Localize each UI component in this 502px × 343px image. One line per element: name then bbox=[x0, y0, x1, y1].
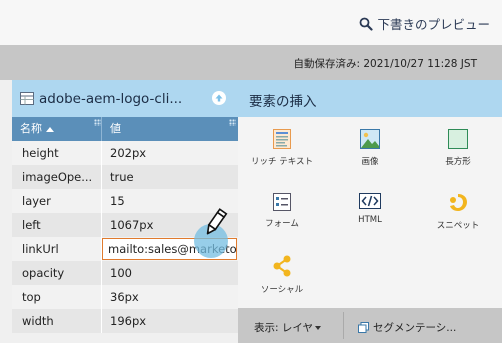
edit-pencil-cursor-icon bbox=[194, 206, 238, 258]
insert-social[interactable]: ソーシャル bbox=[238, 255, 326, 295]
bottom-toolbar: 表示: レイヤ セグメンテーシ... bbox=[238, 308, 502, 343]
selected-element-name: adobe-aem-logo-cli... bbox=[39, 90, 183, 107]
insert-rich-text-label: リッチ テキスト bbox=[251, 157, 313, 167]
table-row[interactable]: height 202px bbox=[12, 141, 238, 165]
insert-snippet-label: スニペット bbox=[436, 221, 480, 231]
column-header-name[interactable]: 名称 bbox=[12, 117, 102, 141]
property-name: width bbox=[12, 309, 102, 333]
insert-html[interactable]: HTML bbox=[326, 193, 414, 225]
image-icon bbox=[360, 129, 380, 149]
toolbar-divider bbox=[343, 312, 344, 339]
segmentation-label: セグメンテーシ... bbox=[373, 322, 457, 334]
view-layer-dropdown[interactable]: 表示: レイヤ bbox=[254, 320, 322, 335]
property-value[interactable]: 100 bbox=[102, 261, 238, 285]
segmentation-icon bbox=[358, 322, 369, 333]
property-value[interactable]: 36px bbox=[102, 285, 238, 309]
preview-draft-button[interactable]: 下書きのプレビュー bbox=[359, 14, 490, 33]
insert-rectangle[interactable]: 長方形 bbox=[414, 129, 502, 167]
property-name: imageOpe... bbox=[12, 165, 102, 189]
chevron-down-icon bbox=[315, 326, 322, 330]
property-name: left bbox=[12, 213, 102, 237]
top-toolbar: 下書きのプレビュー bbox=[0, 0, 502, 45]
table-header: 名称 値 bbox=[12, 117, 238, 141]
insert-html-label: HTML bbox=[358, 215, 382, 225]
insert-form[interactable]: フォーム bbox=[238, 193, 326, 229]
property-name: height bbox=[12, 141, 102, 165]
preview-draft-label: 下書きのプレビュー bbox=[377, 17, 490, 32]
property-value[interactable]: 202px bbox=[102, 141, 238, 165]
insert-rectangle-label: 長方形 bbox=[445, 157, 471, 167]
autosave-status: 自動保存済み: 2021/10/27 11:28 JST bbox=[293, 58, 477, 70]
element-grid-icon bbox=[20, 92, 34, 105]
insert-image[interactable]: 画像 bbox=[326, 129, 414, 167]
segmentation-button[interactable]: セグメンテーシ... bbox=[358, 320, 456, 335]
insert-rich-text[interactable]: リッチ テキスト bbox=[238, 129, 326, 167]
property-name: layer bbox=[12, 189, 102, 213]
table-row[interactable]: top 36px bbox=[12, 285, 238, 309]
column-value-label: 値 bbox=[110, 122, 121, 135]
rectangle-icon bbox=[448, 129, 468, 149]
view-layer-label: 表示: レイヤ bbox=[254, 322, 314, 334]
column-resize-grip-icon[interactable] bbox=[94, 119, 101, 126]
property-value[interactable]: 196px bbox=[102, 309, 238, 333]
sort-ascending-icon bbox=[46, 126, 54, 132]
insert-form-label: フォーム bbox=[265, 219, 299, 229]
insert-panel-title: 要素の挿入 bbox=[249, 94, 317, 110]
insert-elements-panel: リッチ テキスト 画像 長方形 フォーム HTML スニペット ソーシャル bbox=[238, 117, 502, 308]
column-resize-grip-icon[interactable] bbox=[229, 119, 236, 126]
properties-panel-header: adobe-aem-logo-cli... bbox=[12, 80, 238, 117]
insert-social-label: ソーシャル bbox=[260, 285, 304, 295]
rich-text-icon bbox=[273, 129, 291, 149]
property-name: top bbox=[12, 285, 102, 309]
table-row[interactable]: imageOpe... true bbox=[12, 165, 238, 189]
table-row[interactable]: width 196px bbox=[12, 309, 238, 333]
social-share-icon bbox=[273, 255, 291, 277]
html-icon bbox=[359, 193, 381, 209]
search-icon bbox=[359, 17, 374, 31]
insert-image-label: 画像 bbox=[361, 157, 379, 167]
insert-panel-header: 要素の挿入 bbox=[238, 80, 502, 117]
insert-snippet[interactable]: スニペット bbox=[414, 193, 502, 231]
column-name-label: 名称 bbox=[20, 122, 42, 135]
autosave-bar: 自動保存済み: 2021/10/27 11:28 JST bbox=[0, 45, 502, 80]
collapse-up-icon[interactable] bbox=[212, 91, 226, 105]
snippet-icon bbox=[450, 194, 467, 211]
property-name: linkUrl bbox=[12, 237, 102, 261]
property-name: opacity bbox=[12, 261, 102, 285]
form-icon bbox=[273, 193, 291, 211]
table-row[interactable]: opacity 100 bbox=[12, 261, 238, 285]
property-value[interactable]: true bbox=[102, 165, 238, 189]
column-header-value[interactable]: 値 bbox=[102, 117, 238, 141]
